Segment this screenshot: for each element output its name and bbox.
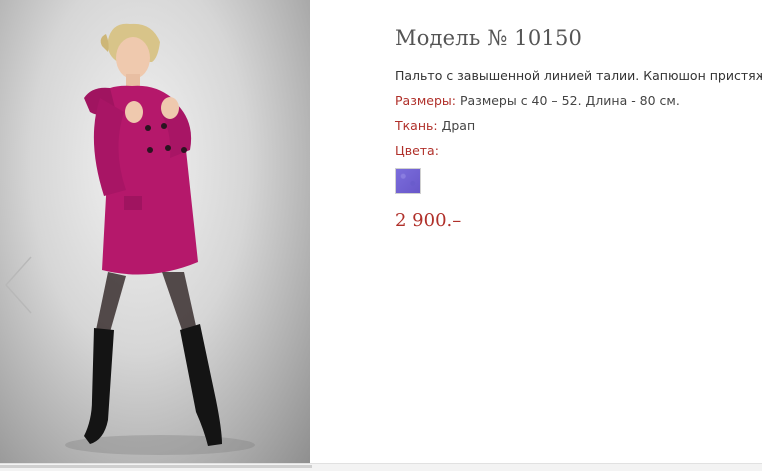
colors-label: Цвета: <box>395 143 439 158</box>
model-figure <box>65 23 255 455</box>
scrollbar-thumb[interactable] <box>0 465 312 468</box>
sizes-label: Размеры: <box>395 93 456 108</box>
fabric-value: Драп <box>441 118 476 133</box>
product-price: 2 900.– <box>395 210 462 231</box>
chevron-left-icon <box>5 256 32 314</box>
sizes-value: Размеры с 40 – 52. Длина - 80 см. <box>459 93 680 108</box>
color-swatch[interactable] <box>395 168 421 194</box>
product-title: Модель № 10150 <box>395 26 583 50</box>
gallery-prev-button[interactable] <box>3 255 35 315</box>
sizes-row: Размеры: Размеры с 40 – 52. Длина - 80 с… <box>395 93 760 109</box>
product-details: Модель № 10150 Пальто с завышенной линие… <box>395 26 762 231</box>
fabric-label: Ткань: <box>395 118 438 133</box>
fabric-row: Ткань: Драп <box>395 118 760 134</box>
product-description: Пальто с завышенной линией талии. Капюшо… <box>395 68 762 83</box>
product-photo <box>0 0 310 463</box>
colors-row: Цвета: <box>395 143 760 159</box>
